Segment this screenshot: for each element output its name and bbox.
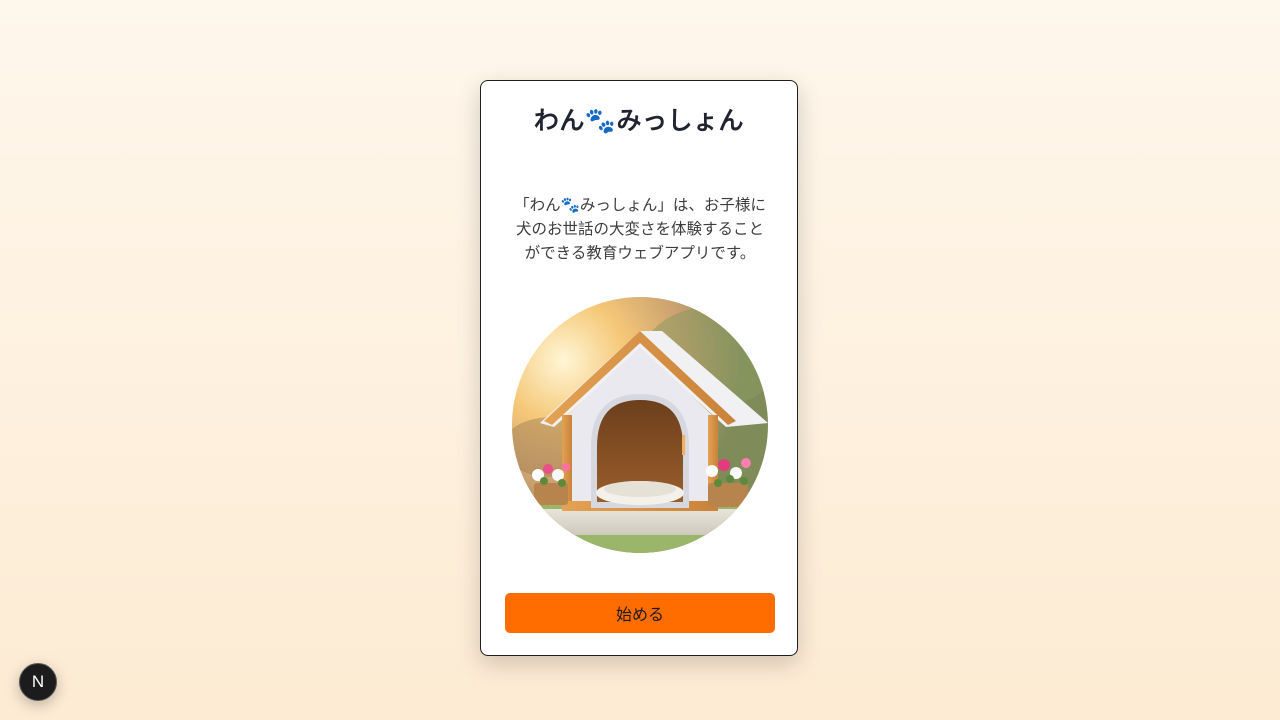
nextjs-dev-indicator[interactable]: N <box>19 663 57 701</box>
dog-house-illustration <box>512 297 768 553</box>
start-button[interactable]: 始める <box>505 593 775 633</box>
app-title: わん🐾みっしょん <box>533 106 745 135</box>
welcome-card: わん🐾みっしょん 「わん🐾みっしょん」は、お子様に犬のお世話の大変さを体験するこ… <box>480 80 798 656</box>
nextjs-logo-icon: N <box>31 672 45 691</box>
app-description: 「わん🐾みっしょん」は、お子様に犬のお世話の大変さを体験することができる教育ウェ… <box>514 196 766 262</box>
dog-house-image <box>512 297 768 553</box>
